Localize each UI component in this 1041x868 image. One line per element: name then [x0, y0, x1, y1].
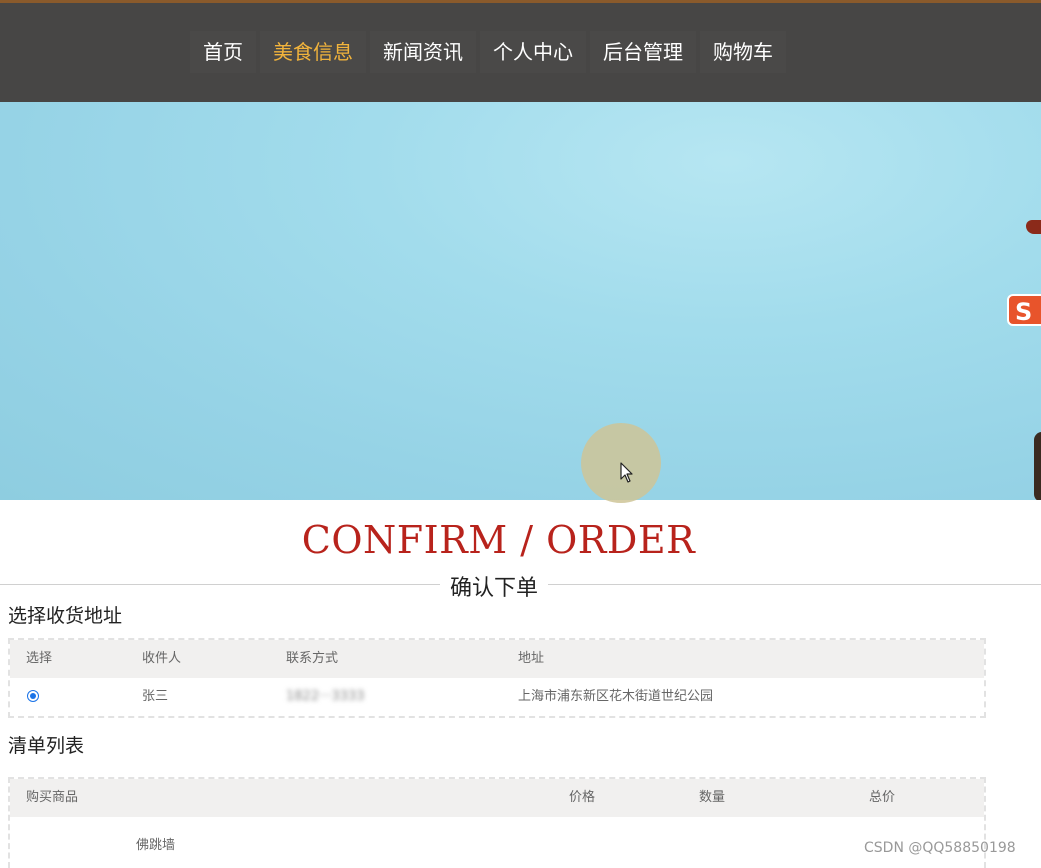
items-section-title: 清单列表: [8, 735, 85, 757]
nav-news[interactable]: 新闻资讯: [370, 31, 476, 73]
product-name: 佛跳墙: [136, 838, 176, 853]
nav-home[interactable]: 首页: [190, 31, 256, 73]
header-select: 选择: [26, 651, 53, 666]
header-total: 总价: [869, 790, 896, 805]
recipient-name: 张三: [142, 689, 169, 704]
hero-banner: S: [0, 102, 1041, 500]
page-title-en: CONFIRM / ORDER: [301, 518, 696, 562]
table-row[interactable]: 张三 1822···3333 上海市浦东新区花木街道世纪公园: [10, 678, 984, 716]
nav-personal-center[interactable]: 个人中心: [480, 31, 586, 73]
mouse-cursor-icon: [620, 462, 633, 483]
header-product: 购买商品: [26, 790, 79, 805]
address-table-header: 选择 收件人 联系方式 地址: [10, 640, 984, 678]
items-table: 购买商品 价格 数量 总价 佛跳墙: [8, 777, 986, 868]
address-radio[interactable]: [27, 690, 39, 702]
header-contact: 联系方式: [286, 651, 339, 666]
page-title-cn: 确认下单: [440, 570, 549, 602]
contact-phone: 1822···3333: [286, 689, 365, 704]
nav-admin[interactable]: 后台管理: [590, 31, 696, 73]
nav-cart[interactable]: 购物车: [700, 31, 786, 73]
header-quantity: 数量: [699, 790, 726, 805]
address-table: 选择 收件人 联系方式 地址 张三 1822···3333 上海市浦东新区花木街…: [8, 638, 986, 718]
banner-decoration: [1026, 220, 1041, 234]
header-recipient: 收件人: [142, 651, 182, 666]
main-nav: 首页 美食信息 新闻资讯 个人中心 后台管理 购物车: [190, 31, 790, 73]
nav-food-info[interactable]: 美食信息: [260, 31, 366, 73]
watermark: CSDN @QQ58850198: [864, 840, 1016, 856]
header-address: 地址: [518, 651, 545, 666]
banner-decoration-figure: [1034, 432, 1041, 500]
header-price: 价格: [569, 790, 596, 805]
items-table-header: 购买商品 价格 数量 总价: [10, 779, 984, 817]
table-row: 佛跳墙: [10, 817, 984, 867]
address-text: 上海市浦东新区花木街道世纪公园: [518, 689, 714, 704]
sogou-ime-icon[interactable]: S: [1007, 294, 1041, 326]
top-navbar: 首页 美食信息 新闻资讯 个人中心 后台管理 购物车: [0, 3, 1041, 102]
address-section-title: 选择收货地址: [8, 605, 123, 627]
